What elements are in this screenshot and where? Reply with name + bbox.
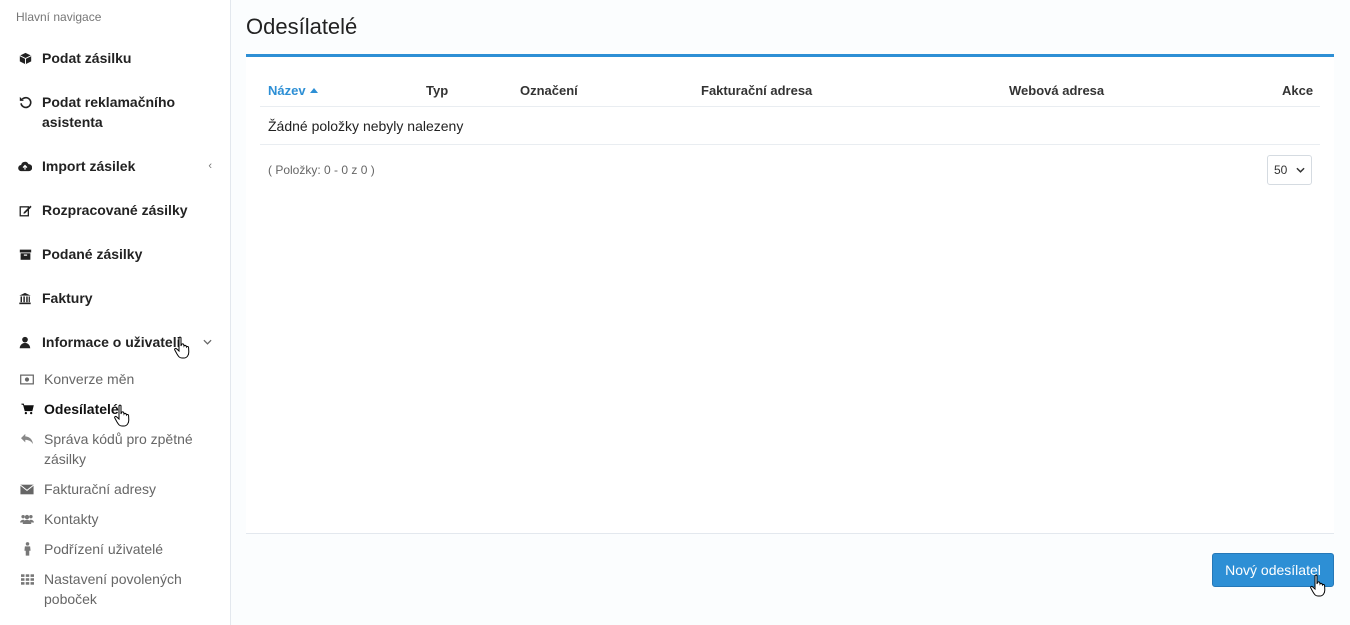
sidebar-subitem-label: Odesílatelé bbox=[44, 401, 119, 417]
sidebar-item-label: Rozpracované zásilky bbox=[42, 202, 188, 218]
bank-icon bbox=[18, 291, 32, 305]
sidebar-subitem-konverze-men[interactable]: Konverze měn bbox=[20, 369, 220, 389]
column-header-oznaceni[interactable]: Označení bbox=[520, 83, 578, 98]
user-icon bbox=[18, 335, 32, 349]
users-icon bbox=[20, 512, 34, 526]
chevron-left-icon: ‹ bbox=[208, 160, 212, 172]
sidebar-subitem-label: Kontakty bbox=[44, 511, 99, 527]
page-size-value: 50 bbox=[1274, 163, 1288, 177]
hand-cursor-icon bbox=[1310, 574, 1326, 597]
sidebar-subitem-nastaveni-pobocek[interactable]: Nastavení povolených poboček bbox=[20, 569, 210, 609]
page-title: Odesílatelé bbox=[246, 14, 358, 39]
sidebar-item-rozpracovane[interactable]: Rozpracované zásilky bbox=[18, 200, 218, 220]
sidebar-item-podat-zasilku[interactable]: Podat zásilku bbox=[18, 48, 218, 68]
person-icon bbox=[20, 542, 34, 556]
chevron-down-icon bbox=[203, 336, 212, 348]
sidebar-subitem-label: Podřízení uživatelé bbox=[44, 541, 164, 557]
archive-icon bbox=[18, 247, 32, 261]
sidebar-subitem-fakturacni-adresy[interactable]: Fakturační adresy bbox=[20, 479, 220, 499]
sort-asc-icon bbox=[309, 88, 318, 93]
sidebar: Hlavní navigace Podat zásilku Podat rekl… bbox=[0, 0, 231, 625]
table-header: Název Typ Označení Fakturační adresa Web… bbox=[260, 73, 1320, 107]
sidebar-item-label: Podat reklamačního asistenta bbox=[42, 94, 176, 130]
column-header-webova-adresa[interactable]: Webová adresa bbox=[1009, 83, 1104, 98]
sidebar-subitem-label: Konverze měn bbox=[44, 371, 135, 387]
sidebar-item-import-zasilek[interactable]: Import zásilek ‹ bbox=[18, 156, 218, 176]
sidebar-subitem-label: Správa kódů pro zpětné zásilky bbox=[44, 431, 193, 467]
column-header-akce: Akce bbox=[1282, 83, 1314, 98]
page-size-select[interactable]: 50 bbox=[1267, 155, 1312, 185]
sidebar-item-label: Podat zásilku bbox=[42, 50, 132, 66]
column-label: Název bbox=[268, 83, 306, 98]
envelope-icon bbox=[20, 482, 34, 496]
column-header-nazev[interactable]: Název bbox=[268, 83, 318, 98]
sidebar-subitem-label: Nastavení povolených poboček bbox=[44, 571, 182, 607]
sidebar-item-reklamace[interactable]: Podat reklamačního asistenta bbox=[18, 92, 208, 132]
column-header-typ[interactable]: Typ bbox=[426, 83, 448, 98]
sidebar-item-label: Podané zásilky bbox=[42, 246, 143, 262]
senders-panel: Název Typ Označení Fakturační adresa Web… bbox=[246, 54, 1334, 534]
sidebar-item-podane[interactable]: Podané zásilky bbox=[18, 244, 218, 264]
hand-cursor-icon bbox=[114, 404, 130, 427]
cart-icon bbox=[20, 402, 34, 416]
sidebar-item-faktury[interactable]: Faktury bbox=[18, 288, 218, 308]
sidebar-subitem-sprava-kodu[interactable]: Správa kódů pro zpětné zásilky bbox=[20, 429, 210, 469]
hand-cursor-icon bbox=[174, 336, 190, 359]
sidebar-subitem-podrizeni-uzivatele[interactable]: Podřízení uživatelé bbox=[20, 539, 220, 559]
sidebar-subitem-label: Fakturační adresy bbox=[44, 481, 157, 497]
sidebar-item-label: Informace o uživateli bbox=[42, 334, 181, 350]
sidebar-subitem-kontakty[interactable]: Kontakty bbox=[20, 509, 220, 529]
sidebar-item-label: Faktury bbox=[42, 290, 93, 306]
pager-info: ( Položky: 0 - 0 z 0 ) bbox=[268, 163, 375, 177]
box-icon bbox=[18, 51, 32, 65]
empty-table-message: Žádné položky nebyly nalezeny bbox=[260, 109, 1320, 145]
column-header-fakturacni-adresa[interactable]: Fakturační adresa bbox=[701, 83, 812, 98]
edit-icon bbox=[18, 203, 32, 217]
sidebar-item-label: Import zásilek bbox=[42, 158, 136, 174]
sidebar-heading: Hlavní navigace bbox=[16, 10, 102, 24]
cloud-upload-icon bbox=[18, 159, 32, 173]
chevron-down-icon bbox=[1296, 167, 1305, 173]
money-icon bbox=[20, 372, 34, 386]
